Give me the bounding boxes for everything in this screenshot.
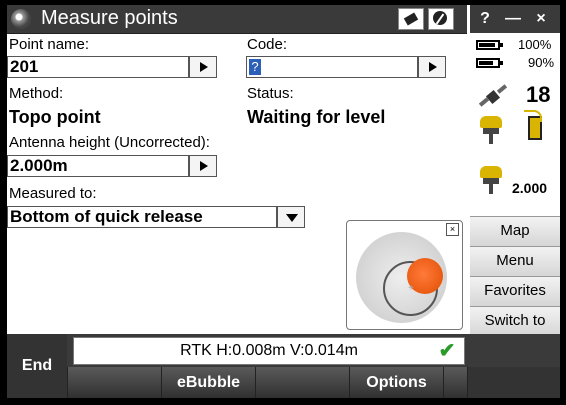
end-button[interactable]: End — [7, 334, 67, 398]
ebubble-close-button[interactable]: × — [446, 223, 459, 236]
help-button[interactable]: ? — [474, 9, 496, 29]
measured-to-value: Bottom of quick release — [10, 207, 203, 226]
no-signal-icon[interactable] — [428, 8, 454, 30]
measured-to-label: Measured to: — [9, 185, 97, 202]
ebubble-widget[interactable]: × + — [346, 220, 463, 330]
favorites-button[interactable]: Favorites — [470, 276, 560, 306]
switch-to-button[interactable]: Switch to — [470, 306, 560, 336]
satellite-icon[interactable] — [478, 84, 508, 110]
code-field[interactable]: ? — [246, 56, 418, 78]
antenna-height-label: Antenna height (Uncorrected): — [9, 134, 210, 151]
ebubble-center-mark: + — [408, 283, 414, 294]
bottom-bar: End RTK H:0.008m V:0.014m ✔ eBubble Opti… — [7, 334, 560, 398]
softkey-3[interactable] — [255, 367, 349, 398]
status-value: Waiting for level — [247, 107, 386, 127]
point-name-arrow-button[interactable] — [189, 56, 217, 78]
app-start-icon[interactable] — [11, 9, 31, 29]
battery-2-fill — [479, 61, 493, 65]
status-panel: 100% 90% 18 2.000 Map Menu Favorites Swi… — [470, 34, 560, 336]
rtk-status-text: RTK H:0.008m V:0.014m — [180, 342, 358, 359]
satellite-off-icon[interactable] — [398, 8, 424, 30]
method-label: Method: — [9, 85, 64, 102]
softkey-1[interactable] — [67, 367, 161, 398]
satellite-count: 18 — [526, 82, 551, 107]
status-label: Status: — [247, 85, 294, 102]
options-button[interactable]: Options — [349, 367, 443, 398]
softkey-6[interactable] — [467, 367, 560, 398]
page-title: Measure points — [41, 7, 178, 29]
map-button[interactable]: Map — [470, 216, 560, 246]
controller-radio-icon[interactable] — [524, 110, 542, 140]
antenna-height-value: 2.000m — [10, 156, 68, 175]
code-arrow-button[interactable] — [418, 56, 446, 78]
close-button[interactable]: × — [530, 9, 552, 29]
battery-2-percent: 90% — [528, 55, 555, 70]
measured-to-select[interactable]: Bottom of quick release — [7, 206, 277, 228]
screen: Measure points ? — × Point name: 201 Cod… — [7, 5, 560, 398]
battery-1-fill — [479, 43, 495, 47]
softkey-5[interactable] — [443, 367, 467, 398]
antenna-height-arrow-button[interactable] — [189, 155, 217, 177]
title-bar: Measure points — [7, 5, 467, 34]
menu-button[interactable]: Menu — [470, 246, 560, 276]
minimize-button[interactable]: — — [502, 9, 524, 29]
code-label: Code: — [247, 36, 288, 53]
battery-icon[interactable] — [476, 40, 503, 50]
check-icon: ✔ — [438, 340, 456, 362]
battery-icon[interactable] — [476, 58, 503, 68]
ebubble-disc: + — [356, 232, 447, 323]
method-value: Topo point — [9, 107, 101, 127]
gnss-receiver-icon[interactable] — [480, 116, 502, 144]
antenna-height-field[interactable]: 2.000m — [7, 155, 189, 177]
measure-form: Point name: 201 Code: ? Method: Topo poi… — [7, 34, 467, 334]
point-name-field[interactable]: 201 — [7, 56, 189, 78]
code-cursor: ? — [249, 59, 261, 75]
antenna-icon[interactable] — [480, 166, 502, 194]
window-controls: ? — × — [470, 5, 560, 33]
rtk-status-bar[interactable]: RTK H:0.008m V:0.014m ✔ — [73, 337, 465, 365]
point-name-label: Point name: — [9, 36, 90, 53]
measured-to-dropdown-button[interactable] — [277, 206, 305, 228]
point-name-value: 201 — [10, 57, 39, 76]
antenna-height-readout: 2.000 — [512, 180, 548, 196]
battery-1-percent: 100% — [518, 37, 552, 52]
ebubble-button[interactable]: eBubble — [161, 367, 255, 398]
